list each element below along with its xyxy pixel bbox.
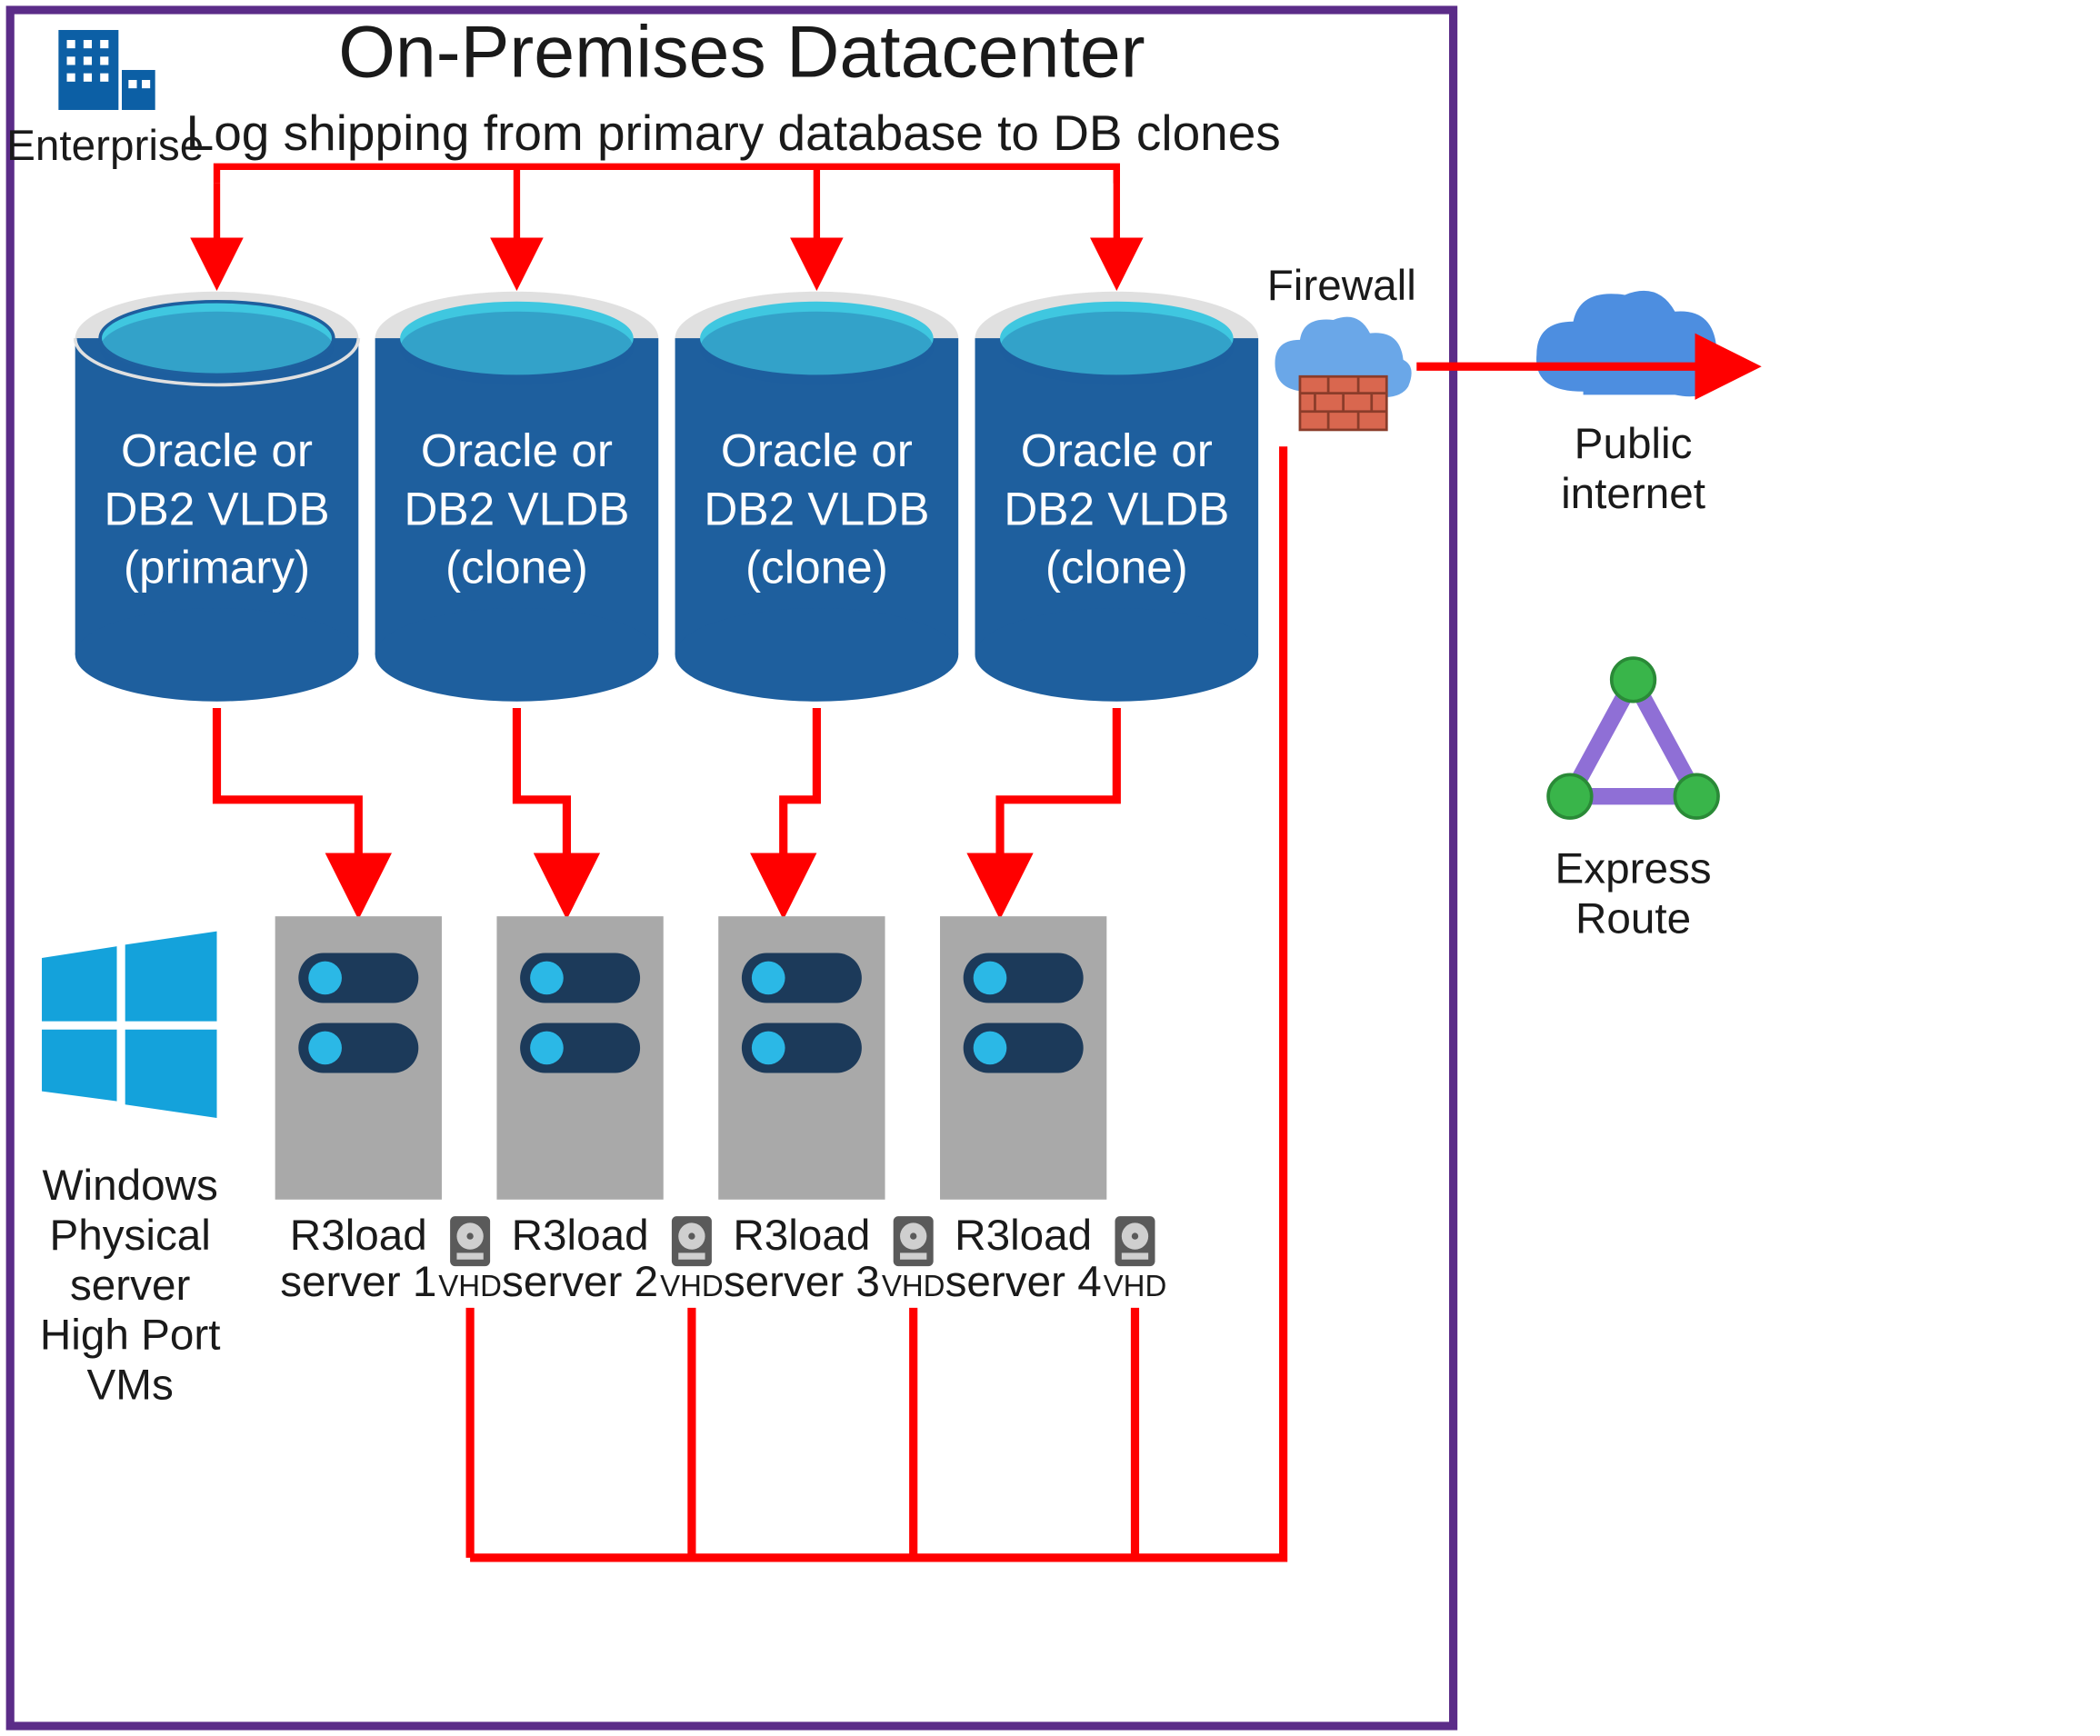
windows-icon bbox=[42, 932, 216, 1118]
db-label: Oracle or bbox=[1021, 424, 1213, 476]
public-internet-label: internet bbox=[1561, 470, 1705, 518]
db-to-server-arrows bbox=[216, 708, 1116, 900]
server-label: server 1 bbox=[280, 1258, 436, 1306]
r3load-server: R3load server 3 VHD bbox=[718, 916, 945, 1306]
server-label: R3load bbox=[290, 1212, 427, 1260]
db-label: (clone) bbox=[445, 542, 588, 594]
vhd-icon bbox=[1115, 1216, 1155, 1266]
architecture-diagram: On-Premises Datacenter Enterprise Log sh… bbox=[0, 0, 2100, 1736]
firewall-icon bbox=[1275, 317, 1411, 430]
enterprise-icon bbox=[58, 30, 155, 110]
database-primary: Oracle or DB2 VLDB (primary) bbox=[75, 292, 359, 702]
vhd-label: VHD bbox=[660, 1269, 724, 1302]
datacenter-border bbox=[10, 10, 1453, 1726]
server-label: server 3 bbox=[724, 1258, 880, 1306]
vhd-icon bbox=[672, 1216, 712, 1266]
server-label: R3load bbox=[955, 1212, 1092, 1260]
r3load-server: R3load server 2 VHD bbox=[496, 916, 723, 1306]
db-label: DB2 VLDB bbox=[404, 483, 629, 534]
vhd-icon bbox=[894, 1216, 934, 1266]
r3load-server: R3load server 4 VHD bbox=[940, 916, 1166, 1306]
log-shipping-arrows bbox=[216, 166, 1116, 274]
db-label: (primary) bbox=[124, 542, 310, 594]
db-label: Oracle or bbox=[421, 424, 613, 476]
database-clone: Oracle or DB2 VLDB (clone) bbox=[975, 292, 1259, 702]
db-label: DB2 VLDB bbox=[1004, 483, 1229, 534]
db-label: DB2 VLDB bbox=[704, 483, 929, 534]
windows-label: Physical bbox=[49, 1212, 210, 1260]
db-label: (clone) bbox=[1045, 542, 1188, 594]
express-route-icon bbox=[1548, 658, 1718, 818]
windows-label: Windows bbox=[43, 1162, 218, 1210]
page-title: On-Premises Datacenter bbox=[338, 11, 1145, 93]
server-label: server 2 bbox=[502, 1258, 658, 1306]
server-label: server 4 bbox=[945, 1258, 1102, 1306]
db-label: (clone) bbox=[745, 542, 888, 594]
server-row: R3load server 1 VHD R3load server 2 VHD bbox=[275, 916, 1167, 1306]
windows-label: VMs bbox=[87, 1362, 174, 1410]
server-label: R3load bbox=[733, 1212, 870, 1260]
public-internet-icon bbox=[1536, 291, 1725, 396]
public-internet-label: Public bbox=[1575, 420, 1693, 468]
express-route-label: Route bbox=[1575, 894, 1691, 943]
vhd-icon bbox=[450, 1216, 490, 1266]
server-label: R3load bbox=[512, 1212, 649, 1260]
database-clone: Oracle or DB2 VLDB (clone) bbox=[675, 292, 959, 702]
db-label: DB2 VLDB bbox=[104, 483, 329, 534]
db-label: Oracle or bbox=[121, 424, 313, 476]
enterprise-label: Enterprise bbox=[6, 122, 204, 170]
firewall-label: Firewall bbox=[1267, 262, 1416, 310]
database-clone: Oracle or DB2 VLDB (clone) bbox=[375, 292, 659, 702]
vhd-label: VHD bbox=[438, 1269, 502, 1302]
express-route-label: Express bbox=[1555, 844, 1712, 893]
windows-label: server bbox=[70, 1262, 190, 1310]
r3load-server: R3load server 1 VHD bbox=[275, 916, 502, 1306]
windows-label: High Port bbox=[40, 1312, 221, 1360]
vhd-label: VHD bbox=[882, 1269, 945, 1302]
subtitle: Log shipping from primary database to DB… bbox=[186, 105, 1281, 161]
database-row: Oracle or DB2 VLDB (primary) Oracle or D… bbox=[75, 292, 1258, 702]
db-label: Oracle or bbox=[721, 424, 913, 476]
vhd-label: VHD bbox=[1104, 1269, 1167, 1302]
